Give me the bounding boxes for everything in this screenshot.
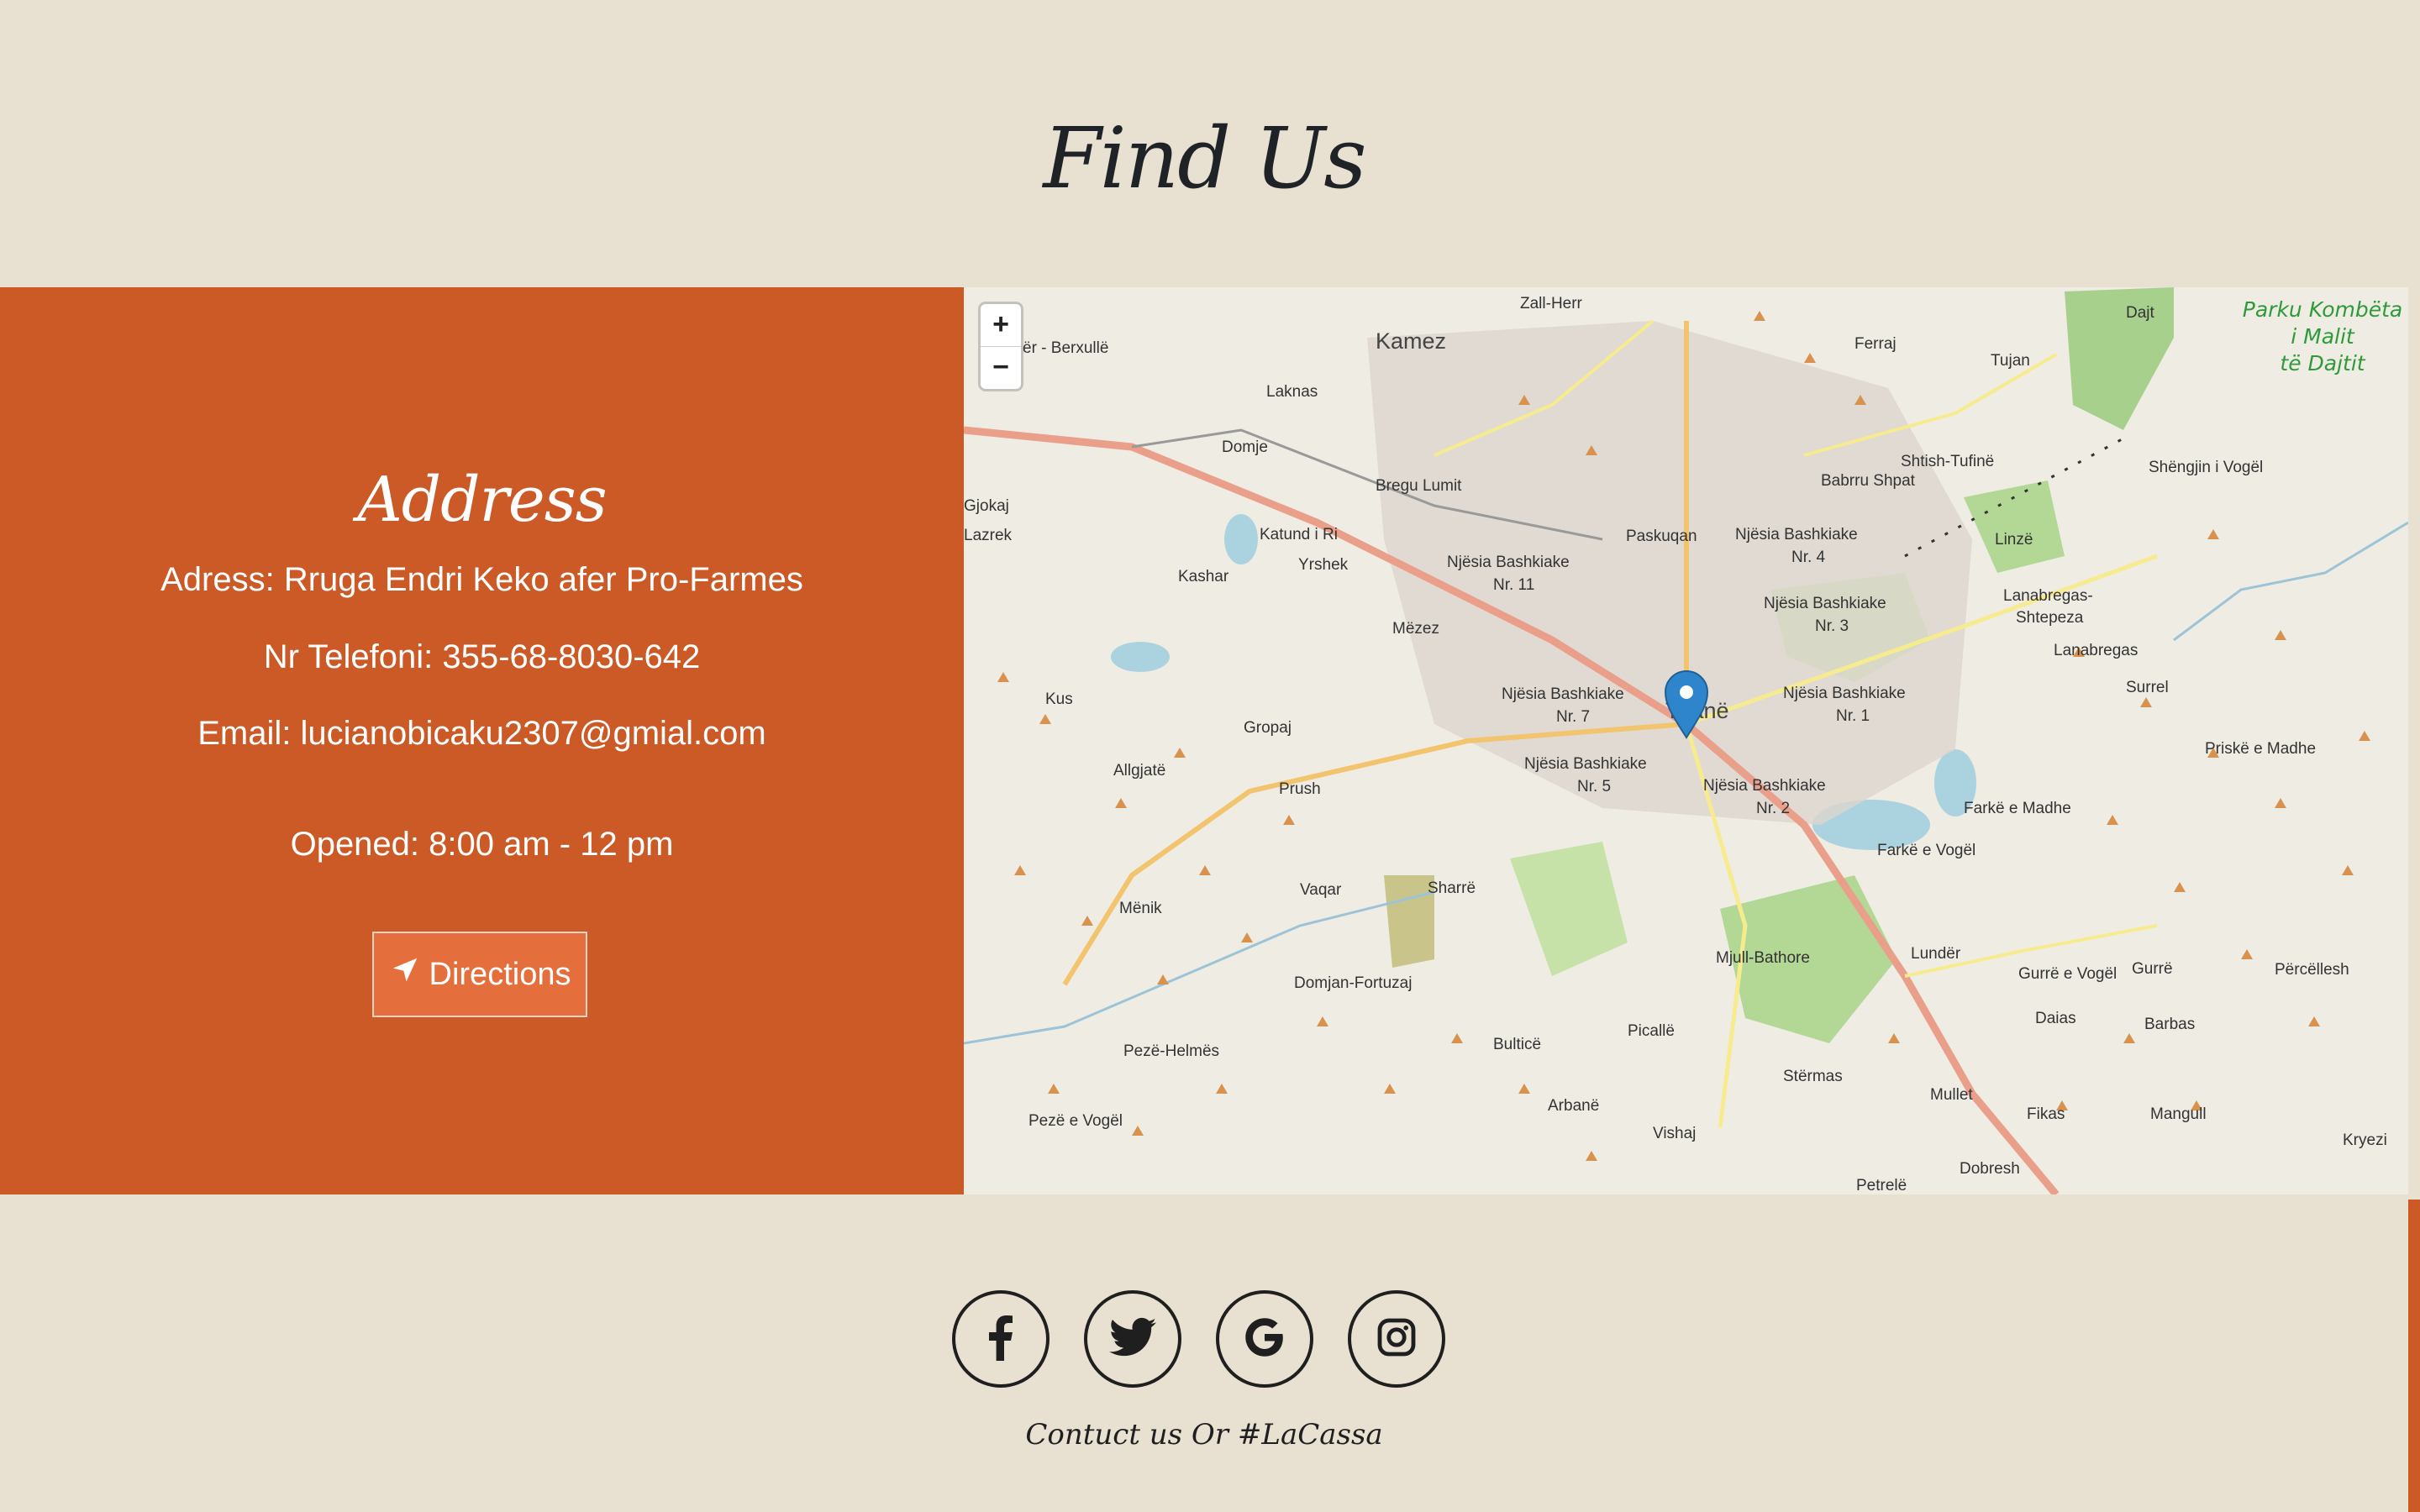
svg-text:Nr. 4: Nr. 4 bbox=[1791, 549, 1826, 566]
svg-text:Domje: Domje bbox=[1222, 438, 1268, 456]
svg-text:Dobresh: Dobresh bbox=[1960, 1160, 2020, 1178]
address-panel: Address Adress: Rruga Endri Keko afer Pr… bbox=[0, 287, 964, 1194]
svg-text:Shtepeza: Shtepeza bbox=[2016, 609, 2084, 627]
svg-text:Dajt: Dajt bbox=[2126, 304, 2155, 322]
svg-text:Yrshek: Yrshek bbox=[1298, 556, 1349, 574]
svg-text:Nr. 1: Nr. 1 bbox=[1836, 707, 1870, 725]
svg-text:Pezë e Vogël: Pezë e Vogël bbox=[1028, 1112, 1123, 1130]
email-line: Email: lucianobicaku2307@gmial.com bbox=[197, 715, 766, 752]
hours-line: Opened: 8:00 am - 12 pm bbox=[290, 826, 674, 863]
svg-text:Petrelë: Petrelë bbox=[1856, 1177, 1907, 1194]
svg-text:Katund i Ri: Katund i Ri bbox=[1260, 526, 1338, 543]
svg-text:Bulticë: Bulticë bbox=[1493, 1036, 1541, 1053]
svg-text:Mjull-Bathore: Mjull-Bathore bbox=[1716, 949, 1810, 967]
instagram-link[interactable] bbox=[1348, 1290, 1445, 1388]
svg-text:Arbanë: Arbanë bbox=[1548, 1097, 1599, 1115]
svg-text:Lundër: Lundër bbox=[1911, 945, 1961, 963]
svg-text:Njësia Bashkiake: Njësia Bashkiake bbox=[1764, 595, 1886, 612]
svg-text:Kamez: Kamez bbox=[1376, 328, 1446, 354]
instagram-icon bbox=[1376, 1317, 1417, 1362]
directions-button[interactable]: Directions bbox=[372, 932, 587, 1017]
svg-text:Gurrë e Vogël: Gurrë e Vogël bbox=[2018, 965, 2117, 983]
find-us-page: Find Us Address Adress: Rruga Endri Keko… bbox=[0, 0, 2420, 1512]
svg-text:Allgjatë: Allgjatë bbox=[1113, 762, 1165, 780]
svg-text:Priskë e Madhe: Priskë e Madhe bbox=[2205, 740, 2316, 758]
svg-text:Lanabregas-: Lanabregas- bbox=[2003, 587, 2093, 605]
svg-text:Mënik: Mënik bbox=[1119, 900, 1162, 917]
svg-text:Mangull: Mangull bbox=[2150, 1105, 2207, 1123]
svg-text:Nr. 5: Nr. 5 bbox=[1577, 778, 1611, 795]
address-heading: Address bbox=[357, 464, 607, 536]
svg-text:Farkë e Vogël: Farkë e Vogël bbox=[1877, 842, 1975, 859]
phone-line: Nr Telefoni: 355-68-8030-642 bbox=[263, 638, 701, 675]
svg-text:Daias: Daias bbox=[2035, 1010, 2076, 1027]
address-line: Adress: Rruga Endri Keko afer Pro-Farmes bbox=[160, 561, 803, 598]
svg-text:Linzë: Linzë bbox=[1995, 531, 2033, 549]
svg-text:Nr. 2: Nr. 2 bbox=[1756, 800, 1790, 817]
svg-text:Njësia Bashkiake: Njësia Bashkiake bbox=[1735, 526, 1858, 543]
google-link[interactable] bbox=[1216, 1290, 1313, 1388]
zoom-control: + − bbox=[981, 304, 1021, 389]
svg-text:Zall-Herr: Zall-Herr bbox=[1520, 295, 1583, 312]
svg-text:Prush: Prush bbox=[1279, 780, 1321, 798]
svg-text:Kus: Kus bbox=[1045, 690, 1073, 708]
svg-text:Mullet: Mullet bbox=[1930, 1086, 1973, 1104]
google-icon bbox=[1242, 1315, 1287, 1364]
svg-text:Domjan-Fortuzaj: Domjan-Fortuzaj bbox=[1294, 974, 1412, 992]
zoom-out-button[interactable]: − bbox=[981, 346, 1021, 389]
svg-text:Lazrek: Lazrek bbox=[964, 527, 1013, 544]
svg-text:Njësia Bashkiake: Njësia Bashkiake bbox=[1447, 554, 1570, 571]
svg-text:Pezë-Helmës: Pezë-Helmës bbox=[1123, 1042, 1219, 1060]
svg-text:të Dajtit: të Dajtit bbox=[2280, 351, 2365, 375]
footer-text: Contuct us Or #LaCassa bbox=[1025, 1418, 1383, 1452]
twitter-link[interactable] bbox=[1084, 1290, 1181, 1388]
svg-text:Surrel: Surrel bbox=[2126, 679, 2169, 696]
svg-text:Përcëllesh: Përcëllesh bbox=[2275, 961, 2349, 979]
svg-text:Paskuqan: Paskuqan bbox=[1626, 528, 1697, 545]
svg-text:Nr. 7: Nr. 7 bbox=[1556, 708, 1590, 726]
svg-text:Gurrë: Gurrë bbox=[2132, 960, 2173, 978]
svg-text:Nr. 11: Nr. 11 bbox=[1493, 576, 1534, 594]
side-accent-bar bbox=[2408, 1200, 2420, 1512]
svg-text:Lanabregas: Lanabregas bbox=[2054, 642, 2138, 659]
svg-text:Njësia Bashkiake: Njësia Bashkiake bbox=[1703, 777, 1826, 795]
svg-text:Tujan: Tujan bbox=[1991, 352, 2030, 370]
svg-text:Njësia Bashkiake: Njësia Bashkiake bbox=[1783, 685, 1906, 702]
section-title: Find Us bbox=[1043, 109, 1366, 207]
svg-text:Nr. 3: Nr. 3 bbox=[1815, 617, 1849, 635]
facebook-link[interactable] bbox=[952, 1290, 1050, 1388]
svg-text:Laknas: Laknas bbox=[1266, 383, 1318, 401]
svg-text:Shëngjin i Vogël: Shëngjin i Vogël bbox=[2149, 459, 2263, 476]
twitter-icon bbox=[1109, 1317, 1156, 1362]
svg-text:Njësia Bashkiake: Njësia Bashkiake bbox=[1502, 685, 1624, 703]
map-widget[interactable]: Zall-Herr Kamez Ferraj Tujan Dajt Laknas… bbox=[964, 287, 2408, 1194]
svg-text:Vaqar: Vaqar bbox=[1300, 881, 1342, 899]
svg-text:i Malit: i Malit bbox=[2291, 324, 2355, 349]
svg-text:Kashar: Kashar bbox=[1178, 568, 1229, 585]
svg-text:Picallë: Picallë bbox=[1628, 1022, 1675, 1040]
svg-text:Njësia Bashkiake: Njësia Bashkiake bbox=[1524, 755, 1647, 773]
svg-text:Parku Kombëta: Parku Kombëta bbox=[2243, 297, 2402, 322]
map-tiles[interactable]: Zall-Herr Kamez Ferraj Tujan Dajt Laknas… bbox=[964, 287, 2408, 1194]
svg-text:Shtish-Tufinë: Shtish-Tufinë bbox=[1901, 453, 1994, 470]
svg-text:ër - Berxullë: ër - Berxullë bbox=[1023, 339, 1108, 357]
svg-text:Sharrë: Sharrë bbox=[1428, 879, 1476, 897]
svg-text:Gjokaj: Gjokaj bbox=[964, 497, 1009, 515]
svg-text:Kryezi: Kryezi bbox=[2343, 1131, 2387, 1149]
svg-text:Farkë e Madhe: Farkë e Madhe bbox=[1964, 800, 2071, 817]
svg-text:Babrru Shpat: Babrru Shpat bbox=[1821, 472, 1916, 490]
svg-text:Vishaj: Vishaj bbox=[1653, 1125, 1696, 1142]
svg-text:Barbas: Barbas bbox=[2144, 1016, 2195, 1033]
social-links bbox=[952, 1290, 1445, 1388]
svg-text:Mëzez: Mëzez bbox=[1392, 620, 1439, 638]
svg-text:Ferraj: Ferraj bbox=[1854, 335, 1897, 353]
location-arrow-icon bbox=[389, 954, 421, 995]
svg-text:Bregu Lumit: Bregu Lumit bbox=[1376, 477, 1462, 495]
svg-text:Stërmas: Stërmas bbox=[1783, 1068, 1843, 1085]
facebook-icon bbox=[981, 1314, 1021, 1365]
zoom-in-button[interactable]: + bbox=[981, 304, 1021, 346]
svg-text:Fikas: Fikas bbox=[2027, 1105, 2065, 1123]
directions-label: Directions bbox=[429, 956, 571, 992]
svg-text:Gropaj: Gropaj bbox=[1244, 719, 1292, 737]
